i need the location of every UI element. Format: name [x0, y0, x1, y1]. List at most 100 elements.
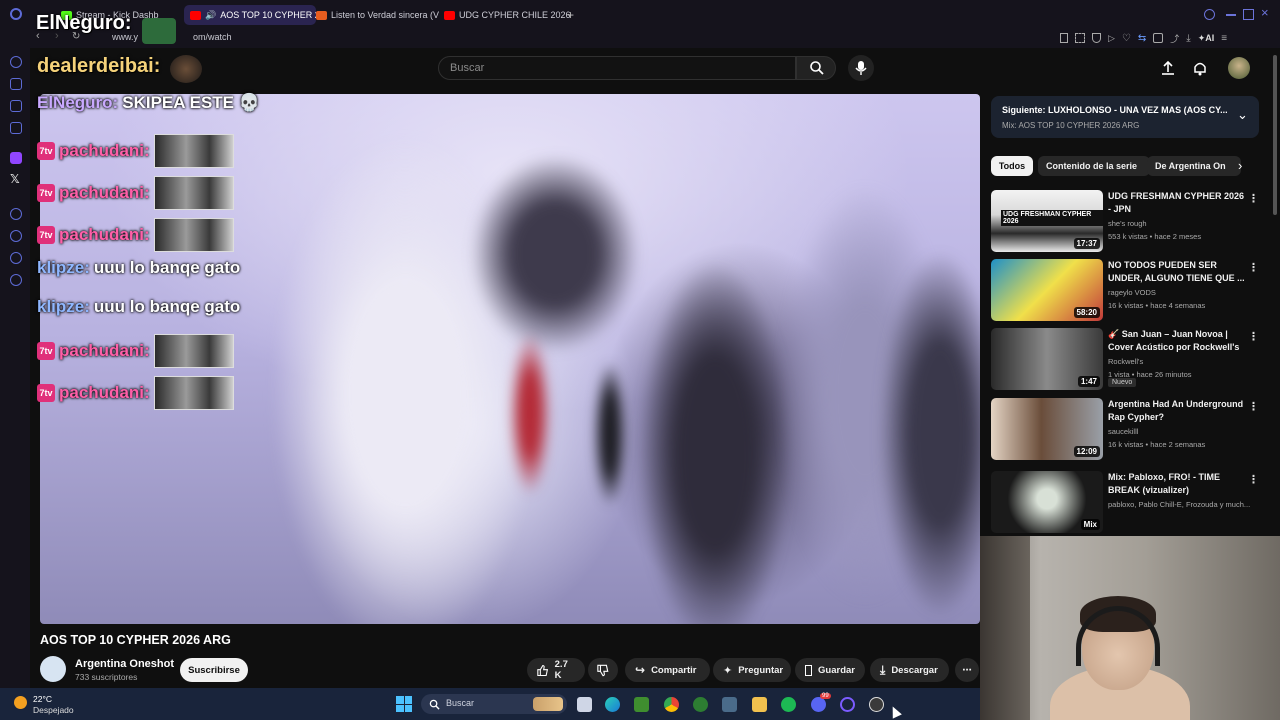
subscribe-button[interactable]: Suscribirse	[180, 658, 248, 682]
minecraft-icon[interactable]	[634, 697, 649, 712]
recommendation-channel[interactable]: she's rough	[1108, 219, 1147, 228]
opera-gx-icon[interactable]	[840, 697, 855, 712]
new-tab-button[interactable]: +	[567, 8, 574, 22]
opera-logo-icon[interactable]	[10, 8, 22, 20]
chip-all[interactable]: Todos	[991, 156, 1033, 176]
search-tabs-icon[interactable]	[1204, 9, 1215, 20]
close-window-button[interactable]: ×	[1261, 5, 1269, 20]
ask-button[interactable]: ✦ Preguntar	[713, 658, 791, 682]
more-actions-button[interactable]: ⋯	[955, 658, 979, 682]
more-dots-icon: ⋯	[962, 664, 972, 676]
recommendation-channel[interactable]: saucekilll	[1108, 427, 1138, 436]
more-options-icon[interactable]: ⋮	[1248, 330, 1259, 343]
chat-emote-image	[153, 376, 234, 410]
task-view-icon[interactable]	[577, 697, 592, 712]
chevron-right-icon[interactable]: ›	[1238, 158, 1242, 173]
shield-icon[interactable]	[1092, 33, 1101, 43]
more-options-icon[interactable]: ⋮	[1248, 192, 1259, 205]
file-explorer-icon[interactable]	[752, 697, 767, 712]
taskbar-search[interactable]: Buscar	[421, 694, 567, 714]
chrome-icon[interactable]	[664, 697, 679, 712]
xbox-icon[interactable]	[693, 697, 708, 712]
channel-name[interactable]: Argentina Oneshot	[75, 658, 174, 670]
extensions-icon[interactable]	[1153, 33, 1164, 43]
recommendation-title[interactable]: NO TODOS PUEDEN SER UNDER, ALGUNO TIENE …	[1108, 259, 1248, 285]
chat-message: 7tv pachudani:	[37, 176, 234, 210]
discord-icon[interactable]: 99	[811, 693, 831, 712]
snapshot-icon[interactable]	[1075, 33, 1085, 43]
dislike-button[interactable]	[588, 658, 618, 682]
more-options-icon[interactable]: ⋮	[1248, 261, 1259, 274]
sidebar-settings-icon[interactable]	[10, 274, 22, 286]
create-upload-icon[interactable]	[1160, 60, 1176, 76]
search-button[interactable]	[796, 56, 836, 80]
sidebar-x-icon[interactable]: 𝕏	[10, 172, 20, 186]
webcam-wall	[980, 536, 1030, 720]
download-button[interactable]: ⤓ Descargar	[870, 658, 949, 682]
recommendation-item[interactable]: 12:09 Argentina Had An Underground Rap Cy…	[991, 398, 1261, 462]
video-thumbnail[interactable]: 1:47	[991, 328, 1103, 390]
like-button[interactable]: 2.7 K	[527, 658, 585, 682]
sidebar-twitch-icon[interactable]	[10, 152, 22, 164]
edge-icon[interactable]	[605, 697, 620, 712]
tab-youtube-current[interactable]: 🔊 AOS TOP 10 CYPHER 2	[184, 5, 316, 25]
chip-from-channel[interactable]: De Argentina On	[1147, 156, 1241, 176]
menu-icon[interactable]: ≡	[1221, 33, 1227, 44]
sidebar-bulb-icon[interactable]	[10, 252, 22, 264]
download-icon[interactable]: ⤓	[1186, 33, 1190, 44]
save-button[interactable]: Guardar	[795, 658, 865, 682]
video-thumbnail[interactable]: UDG FRESHMAN CYPHER 2026 17:37	[991, 190, 1103, 252]
sidebar-shop-icon[interactable]	[10, 78, 22, 90]
video-thumbnail[interactable]: 58:20	[991, 259, 1103, 321]
weather-widget[interactable]: 22°C Despejado	[14, 692, 104, 716]
recommendation-title[interactable]: 🎸 San Juan – Juan Novoa | Cover Acústico…	[1108, 328, 1248, 354]
share-icon[interactable]: ⤴	[1170, 32, 1179, 45]
sidebar-mail-icon[interactable]	[10, 122, 22, 134]
play-icon[interactable]: ▷	[1108, 33, 1115, 44]
recommendation-channel[interactable]: Rockwell's	[1108, 357, 1143, 366]
tab-udg-cypher[interactable]: UDG CYPHER CHILE 2026	[438, 5, 572, 25]
chip-series[interactable]: Contenido de la serie	[1038, 156, 1150, 176]
recommendation-item[interactable]: 1:47 🎸 San Juan – Juan Novoa | Cover Acús…	[991, 328, 1261, 392]
recommendation-item[interactable]: 58:20 NO TODOS PUEDEN SER UNDER, ALGUNO T…	[991, 259, 1261, 323]
maximize-button[interactable]	[1243, 9, 1254, 20]
search-input[interactable]: Buscar	[438, 56, 796, 80]
recommendation-channel[interactable]: pabloxo, Pablo Chill-E, Frozouda y much.…	[1108, 500, 1250, 509]
chevron-down-icon[interactable]: ⌄	[1237, 107, 1248, 123]
recommendation-title[interactable]: Argentina Had An Underground Rap Cypher?	[1108, 398, 1248, 424]
bookmark-icon[interactable]	[1060, 33, 1068, 43]
scrollbar[interactable]	[1273, 55, 1277, 215]
up-next-card[interactable]: Siguiente: LUXHOLONSO - UNA VEZ MAS (AOS…	[991, 96, 1259, 138]
obs-icon[interactable]	[869, 697, 884, 712]
account-avatar[interactable]	[1228, 57, 1250, 79]
overlay-top-emote	[142, 18, 176, 44]
sidebar-history-icon[interactable]	[10, 56, 22, 68]
video-thumbnail[interactable]: Mix	[991, 471, 1103, 533]
minimize-button[interactable]	[1226, 14, 1236, 16]
share-label: Compartir	[651, 664, 697, 676]
voice-search-button[interactable]	[848, 55, 874, 81]
recommendation-item[interactable]: UDG FRESHMAN CYPHER 2026 17:37 UDG FRESHMA…	[991, 190, 1261, 254]
recommendation-title[interactable]: Mix: Pabloxo, FRO! - TIME BREAK (vizuali…	[1108, 471, 1248, 497]
heart-icon[interactable]: ♡	[1122, 33, 1131, 44]
notepad-icon[interactable]	[722, 697, 737, 712]
sidebar-clock-icon[interactable]	[10, 230, 22, 242]
share-button[interactable]: ↪ Compartir	[625, 658, 710, 682]
more-options-icon[interactable]: ⋮	[1248, 473, 1259, 486]
ai-button[interactable]: ✦AI	[1198, 33, 1215, 44]
translate-icon[interactable]: ⇆	[1138, 33, 1146, 44]
sidebar-player-icon[interactable]	[10, 208, 22, 220]
spotify-icon[interactable]	[781, 697, 796, 712]
weather-sun-icon	[14, 696, 27, 709]
windows-start-icon[interactable]	[396, 696, 412, 712]
notifications-bell-icon[interactable]	[1192, 60, 1208, 76]
recommendation-title[interactable]: UDG FRESHMAN CYPHER 2026 - JPN	[1108, 190, 1248, 216]
video-thumbnail[interactable]: 12:09	[991, 398, 1103, 460]
more-options-icon[interactable]: ⋮	[1248, 400, 1259, 413]
tab-listen[interactable]: Listen to Verdad sincera (V	[310, 5, 442, 25]
channel-avatar[interactable]	[40, 656, 66, 682]
recommendation-item[interactable]: Mix Mix: Pabloxo, FRO! - TIME BREAK (vizu…	[991, 471, 1261, 535]
sidebar-messenger-icon[interactable]	[10, 100, 22, 112]
recommendation-channel[interactable]: rageylo VODS	[1108, 288, 1156, 297]
chat-username: pachudani:	[59, 383, 150, 402]
